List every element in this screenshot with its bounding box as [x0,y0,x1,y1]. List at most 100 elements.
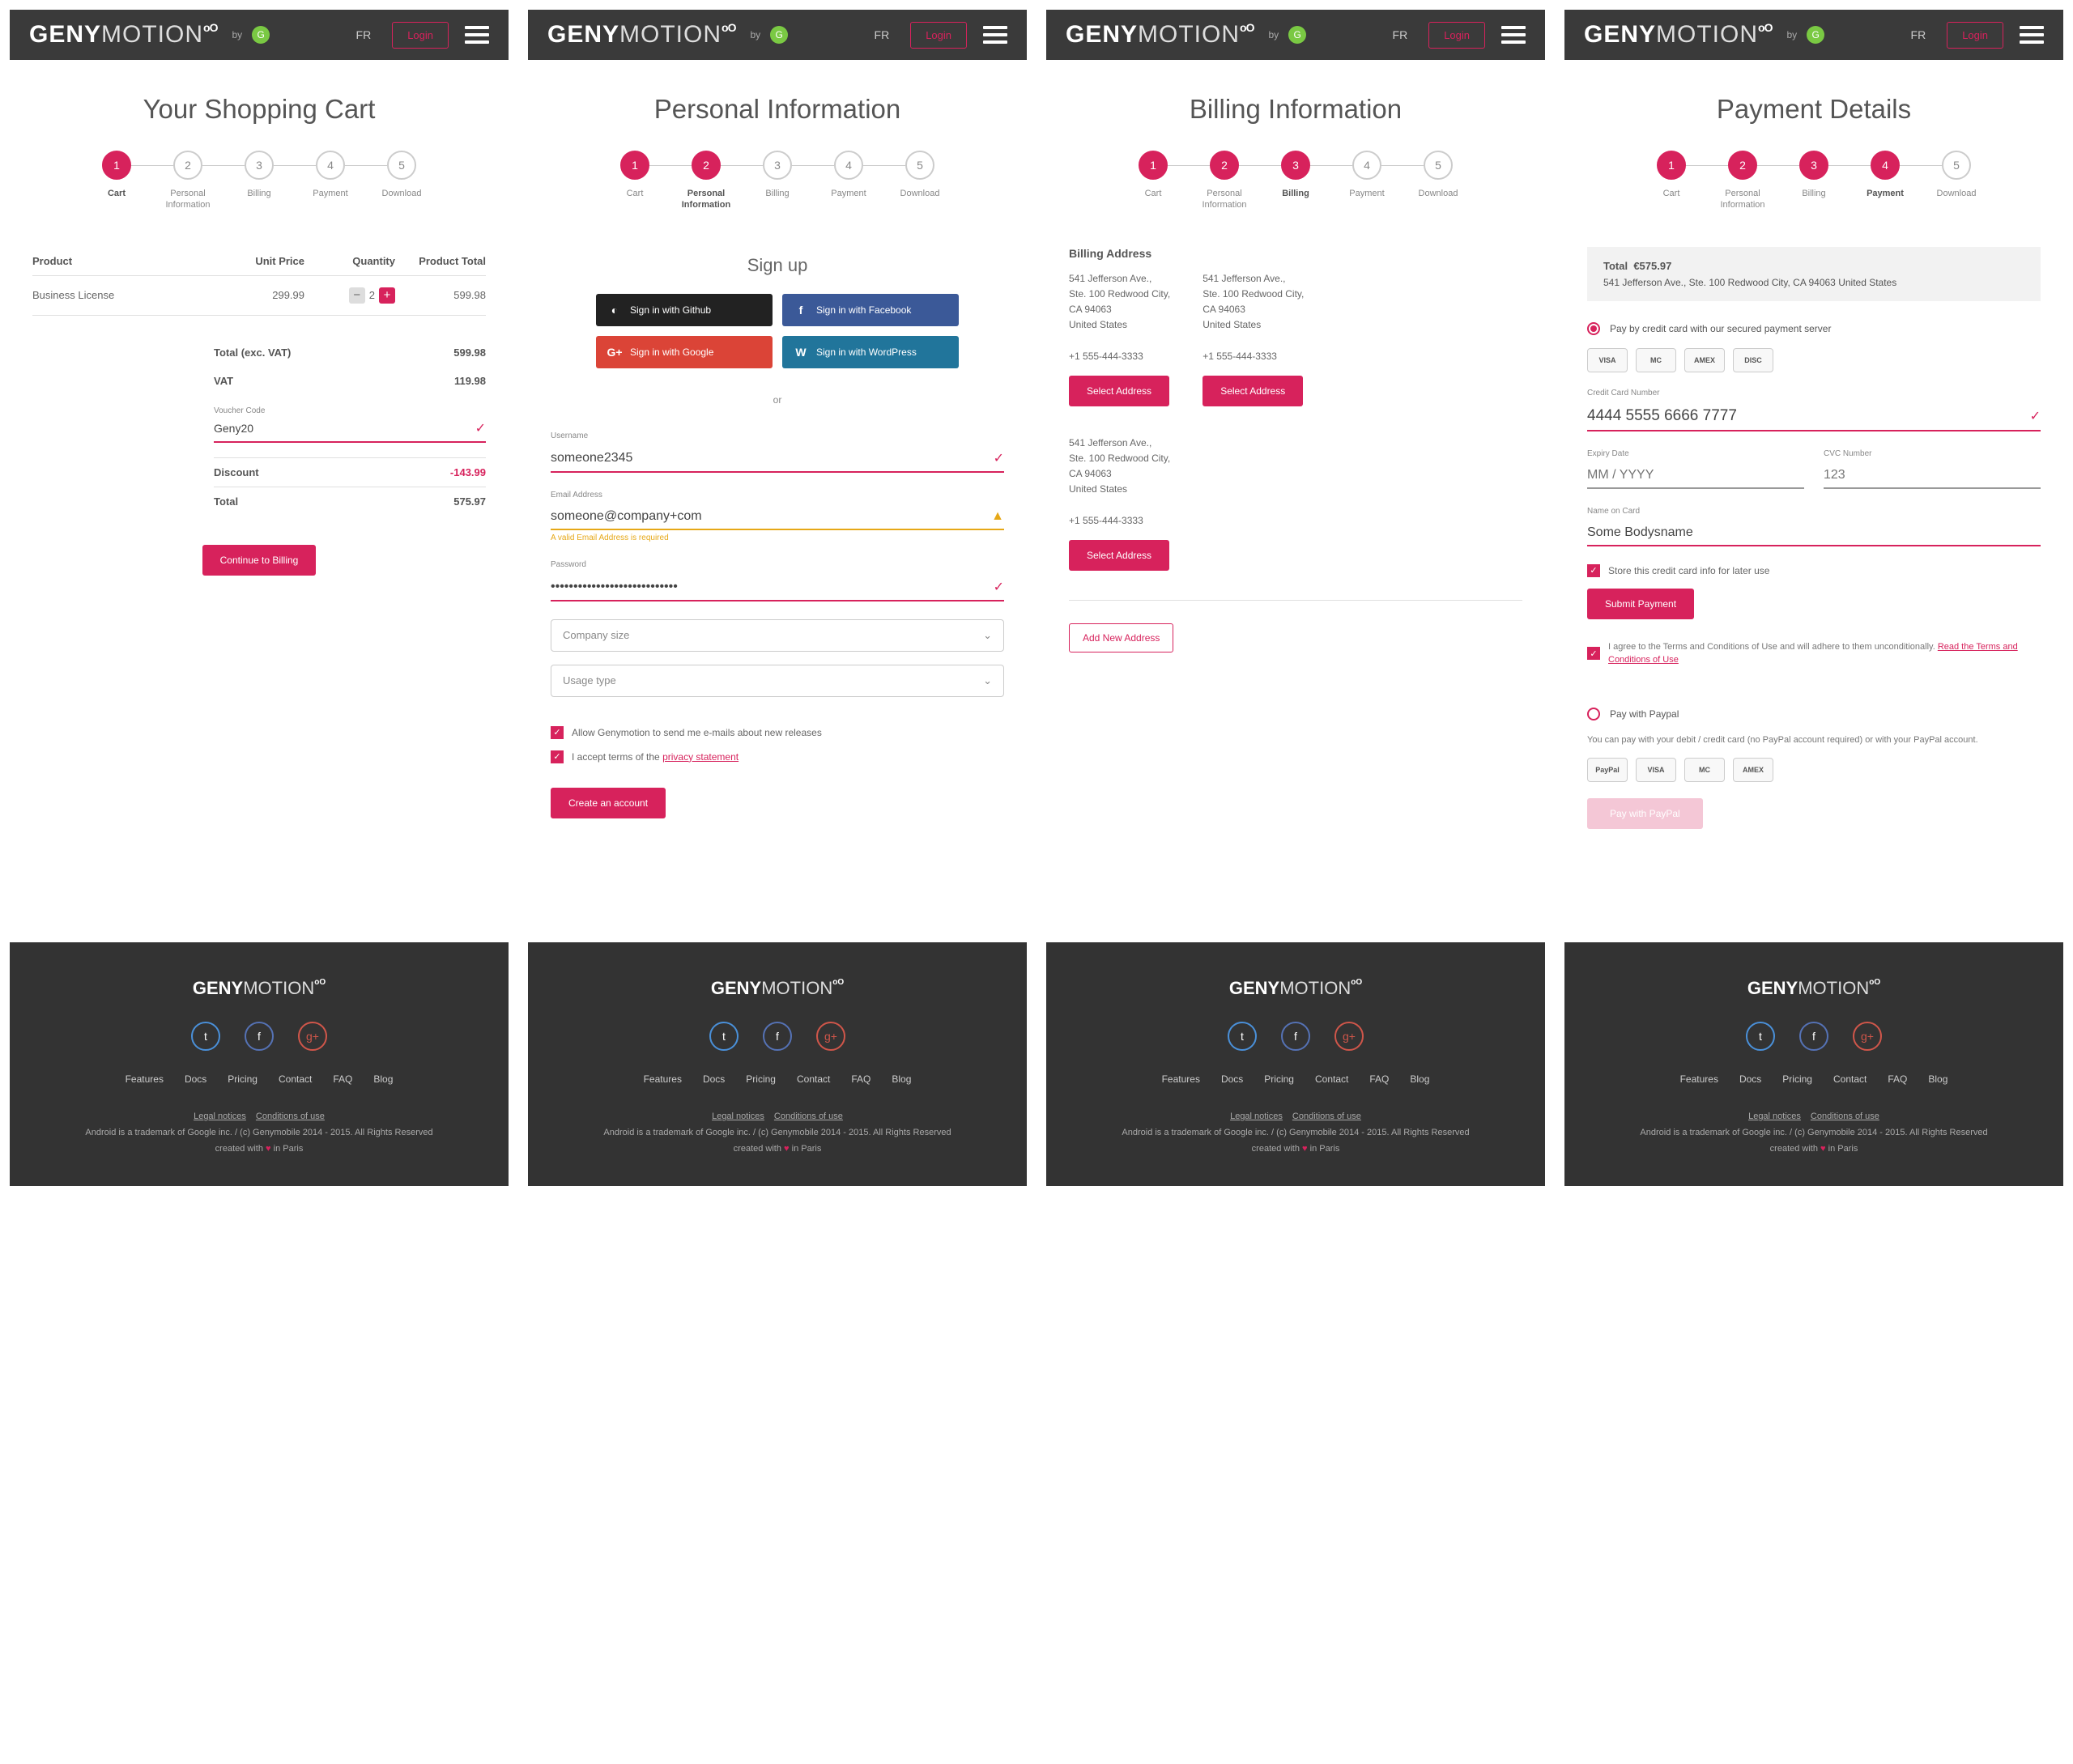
googleplus-icon[interactable]: g+ [1334,1022,1364,1051]
store-card-checkbox[interactable]: ✓Store this credit card info for later u… [1587,564,2041,577]
mastercard-icon: MC [1636,348,1676,372]
page-title: Personal Information [528,94,1027,125]
facebook-signin-button[interactable]: fSign in with Facebook [782,294,959,326]
logo: GENYMOTIONoO [547,21,735,49]
googleplus-icon[interactable]: g+ [816,1022,845,1051]
select-address-button[interactable]: Select Address [1203,376,1303,406]
continue-button[interactable]: Continue to Billing [202,545,317,576]
step-indicator: 1Cart 2Personal Information 3Billing 4Pa… [1046,151,1545,211]
amex-icon: AMEX [1684,348,1725,372]
page-title: Your Shopping Cart [10,94,509,125]
card-number-input[interactable]: ✓ [1587,402,2041,431]
logo: GENYMOTIONoO [29,21,217,49]
email-input[interactable]: ▲ [551,504,1004,530]
check-icon: ✓ [994,450,1004,466]
genymobile-icon: G [1288,26,1306,44]
step-indicator: 1Cart 2Personal Information 3Billing 4Pa… [528,151,1027,211]
amex-icon: AMEX [1733,758,1773,782]
agree-terms-checkbox[interactable]: ✓I agree to the Terms and Conditions of … [1587,640,2041,667]
qty-plus-button[interactable]: + [379,287,395,304]
cvc-input[interactable] [1824,463,2041,489]
check-icon: ✓ [2030,408,2041,424]
logo: GENYMOTIONoO [1584,21,1772,49]
login-button[interactable]: Login [1947,22,2003,49]
lang-switch[interactable]: FR [1381,23,1420,46]
emails-checkbox[interactable]: ✓Allow Genymotion to send me e-mails abo… [551,726,1004,739]
googleplus-icon[interactable]: g+ [298,1022,327,1051]
genymobile-icon: G [1807,26,1824,44]
step-indicator: 1Cart 2Personal Information 3Billing 4Pa… [1564,151,2063,211]
twitter-icon[interactable]: t [709,1022,739,1051]
address-card: 541 Jefferson Ave.,Ste. 100 Redwood City… [1203,271,1304,364]
github-icon: ◐ [607,303,622,317]
genymobile-icon: G [770,26,788,44]
login-button[interactable]: Login [1428,22,1485,49]
terms-checkbox[interactable]: ✓I accept terms of the privacy statement [551,750,1004,763]
wordpress-signin-button[interactable]: WSign in with WordPress [782,336,959,368]
facebook-icon: f [794,303,808,317]
lang-switch[interactable]: FR [1900,23,1938,46]
google-signin-button[interactable]: G+Sign in with Google [596,336,773,368]
pay-paypal-radio[interactable]: Pay with Paypal [1587,708,2041,720]
warning-icon: ▲ [991,509,1004,524]
step-indicator: 1Cart 2Personal Information 3Billing 4Pa… [10,151,509,211]
facebook-icon[interactable]: f [1799,1022,1828,1051]
address-card: 541 Jefferson Ave.,Ste. 100 Redwood City… [1069,436,1522,529]
password-input[interactable]: ✓ [551,574,1004,601]
qty-minus-button[interactable]: − [349,287,365,304]
lang-switch[interactable]: FR [345,23,383,46]
facebook-icon[interactable]: f [1281,1022,1310,1051]
googleplus-icon[interactable]: g+ [1853,1022,1882,1051]
twitter-icon[interactable]: t [1746,1022,1775,1051]
submit-payment-button[interactable]: Submit Payment [1587,589,1694,619]
google-icon: G+ [607,345,622,359]
page-title: Payment Details [1564,94,2063,125]
footer: GENYMOTIONoO t f g+ FeaturesDocsPricingC… [10,942,509,1186]
company-size-select[interactable]: Company size⌄ [551,619,1004,652]
chevron-down-icon: ⌄ [983,629,992,642]
add-address-button[interactable]: Add New Address [1069,623,1173,652]
expiry-input[interactable] [1587,463,1804,489]
pay-card-radio[interactable]: Pay by credit card with our secured paym… [1587,322,2041,335]
usage-type-select[interactable]: Usage type⌄ [551,665,1004,697]
menu-icon[interactable] [983,26,1007,44]
footer: GENYMOTIONoO tfg+ FeaturesDocsPricingCon… [1046,942,1545,1186]
footer: GENYMOTIONoO tfg+ FeaturesDocsPricingCon… [1564,942,2063,1186]
visa-icon: VISA [1636,758,1676,782]
create-account-button[interactable]: Create an account [551,788,666,818]
select-address-button[interactable]: Select Address [1069,540,1169,571]
menu-icon[interactable] [2020,26,2044,44]
menu-icon[interactable] [465,26,489,44]
genymobile-icon: G [252,26,270,44]
app-header: GENYMOTIONoO by G FR Login [10,10,509,60]
check-icon: ✓ [994,579,1004,595]
app-header: GENYMOTIONoO by G FR Login [528,10,1027,60]
username-input[interactable]: ✓ [551,445,1004,473]
select-address-button[interactable]: Select Address [1069,376,1169,406]
twitter-icon[interactable]: t [191,1022,220,1051]
page-title: Billing Information [1046,94,1545,125]
menu-icon[interactable] [1501,26,1526,44]
lang-switch[interactable]: FR [863,23,901,46]
app-header: GENYMOTIONoO by G FR Login [1046,10,1545,60]
logo: GENYMOTIONoO [1066,21,1254,49]
app-header: GENYMOTIONoO by G FR Login [1564,10,2063,60]
check-icon: ✓ [475,420,486,436]
address-card: 541 Jefferson Ave.,Ste. 100 Redwood City… [1069,271,1170,364]
visa-icon: VISA [1587,348,1628,372]
discover-icon: DISC [1733,348,1773,372]
github-signin-button[interactable]: ◐Sign in with Github [596,294,773,326]
order-summary: Total €575.97 541 Jefferson Ave., Ste. 1… [1587,247,2041,301]
facebook-icon[interactable]: f [245,1022,274,1051]
login-button[interactable]: Login [910,22,967,49]
voucher-input[interactable]: ✓ [214,415,486,443]
facebook-icon[interactable]: f [763,1022,792,1051]
cardholder-name-input[interactable] [1587,521,2041,546]
paypal-icon: PayPal [1587,758,1628,782]
cart-item-row: Business License 299.99 − 2 + 599.98 [32,276,486,316]
pay-paypal-button[interactable]: Pay with PayPal [1587,798,1703,829]
twitter-icon[interactable]: t [1228,1022,1257,1051]
chevron-down-icon: ⌄ [983,674,992,687]
mastercard-icon: MC [1684,758,1725,782]
login-button[interactable]: Login [392,22,449,49]
